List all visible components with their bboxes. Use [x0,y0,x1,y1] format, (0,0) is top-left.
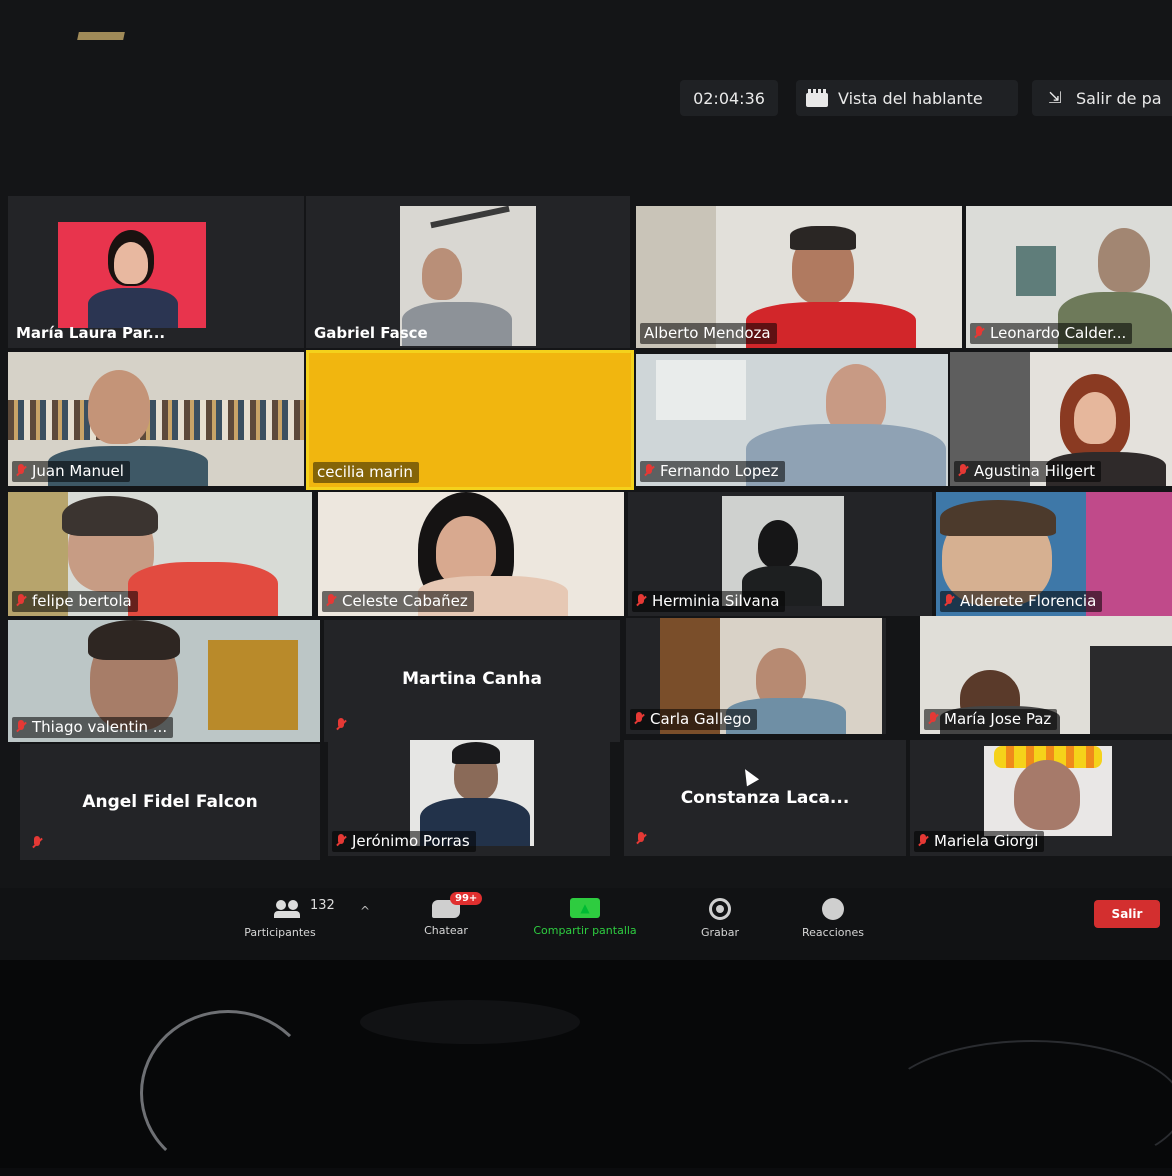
chevron-up-icon[interactable]: ^ [360,904,370,918]
participant-tile[interactable]: Herminia Silvana [628,492,932,616]
record-icon [709,898,731,920]
participant-name: Agustina Hilgert [954,461,1102,482]
participant-tile[interactable]: Thiago valentin ... [8,620,320,742]
meeting-toolbar: 132 ^ Participantes 99+ Chatear ▲ Compar… [0,888,1172,960]
participant-tile-video-off[interactable]: Martina Canha [324,620,620,742]
meeting-timer: 02:04:36 [680,80,778,116]
muted-mic-icon [326,594,336,608]
video-feed [58,222,206,328]
participant-tile-active-speaker[interactable]: cecilia marin [306,350,634,490]
participant-name: Alderete Florencia [940,591,1103,612]
participant-name: cecilia marin [313,462,419,483]
participant-name: María Jose Paz [924,709,1058,730]
muted-mic-icon [918,834,928,848]
participant-tile[interactable]: Leonardo Calder... [966,206,1172,348]
muted-mic-icon [636,832,646,846]
participant-tile[interactable]: María Jose Paz [920,616,1172,734]
top-controls: 02:04:36 Vista del hablante ⇲ Salir de p… [0,80,1172,120]
participants-count: 132 [310,898,335,913]
participant-name: Angel Fidel Falcon [82,792,258,812]
participant-tile-video-off[interactable]: Angel Fidel Falcon [20,744,320,860]
muted-mic-icon [32,836,42,850]
participant-name: Juan Manuel [12,461,130,482]
exit-fullscreen-label: Salir de pa [1076,88,1162,108]
participant-tile[interactable]: Gabriel Fasce [306,196,630,348]
muted-mic-icon [644,464,654,478]
muted-mic-icon [634,712,644,726]
participants-label: Participantes [244,926,316,939]
record-button[interactable]: Grabar [680,898,760,939]
participant-tile[interactable]: Alberto Mendoza [636,206,962,348]
muted-mic-icon [16,464,26,478]
participant-name: Martina Canha [402,668,542,689]
video-feed [984,746,1112,836]
video-feed [722,496,844,606]
app-logo [70,28,140,44]
share-screen-icon: ▲ [570,898,600,918]
participant-name: María Laura Par... [16,324,166,342]
exit-fullscreen-icon: ⇲ [1048,88,1062,107]
chat-label: Chatear [424,924,468,937]
participant-name: Mariela Giorgi [914,831,1045,852]
record-label: Grabar [700,926,740,939]
participant-tile[interactable]: Agustina Hilgert [950,352,1172,486]
participant-name: felipe bertola [12,591,138,612]
participant-tile[interactable]: Alderete Florencia [936,492,1172,616]
participant-name: Jerónimo Porras [332,831,476,852]
monitor-stand [360,1000,580,1044]
muted-mic-icon [974,326,984,340]
zoom-window: 02:04:36 Vista del hablante ⇲ Salir de p… [0,0,1172,960]
muted-mic-icon [336,718,346,732]
speaker-view-button[interactable]: Vista del hablante [796,80,1018,116]
chat-icon: 99+ [432,892,483,918]
participant-tile[interactable]: Carla Gallego [626,618,886,734]
participants-button[interactable]: 132 ^ Participantes [240,898,380,939]
exit-fullscreen-button[interactable]: ⇲ Salir de pa [1032,80,1172,116]
reactions-button[interactable]: Reacciones [786,898,880,939]
participant-name: Celeste Cabañez [322,591,474,612]
participant-name: Gabriel Fasce [314,324,428,342]
muted-mic-icon [928,712,938,726]
participant-name: Carla Gallego [630,709,758,730]
share-screen-label: Compartir pantalla [533,924,637,937]
participant-name: Constanza Laca... [680,788,850,808]
participant-tile-video-off[interactable]: Constanza Laca... [624,740,906,856]
leave-meeting-button[interactable]: Salir [1094,900,1160,928]
participant-name: Alberto Mendoza [640,323,777,344]
reactions-icon [822,898,844,920]
muted-mic-icon [958,464,968,478]
participant-name: Leonardo Calder... [970,323,1133,344]
cable [880,1040,1172,1174]
muted-mic-icon [16,594,26,608]
share-screen-button[interactable]: ▲ Compartir pantalla [510,898,660,937]
muted-mic-icon [636,594,646,608]
reactions-label: Reacciones [801,926,864,939]
cable [140,1010,316,1176]
participant-tile[interactable]: Jerónimo Porras [328,740,610,856]
participant-tile[interactable]: felipe bertola [8,492,312,616]
muted-mic-icon [16,720,26,734]
speaker-view-icon [806,89,828,107]
speaker-view-label: Vista del hablante [838,88,983,108]
participant-name: Herminia Silvana [632,591,786,612]
participant-tile[interactable]: Juan Manuel [8,352,304,486]
participant-tile[interactable]: Mariela Giorgi [910,740,1172,856]
muted-mic-icon [944,594,954,608]
participant-tile[interactable]: Fernando Lopez [636,354,948,486]
participants-icon: 132 [274,898,335,920]
participant-tile[interactable]: Celeste Cabañez [318,492,624,616]
chat-button[interactable]: 99+ Chatear [406,892,486,937]
participant-name: Fernando Lopez [640,461,785,482]
participant-name: Thiago valentin ... [12,717,174,738]
participant-tile[interactable]: María Laura Par... [8,196,304,348]
chat-badge: 99+ [450,892,483,905]
muted-mic-icon [336,834,346,848]
